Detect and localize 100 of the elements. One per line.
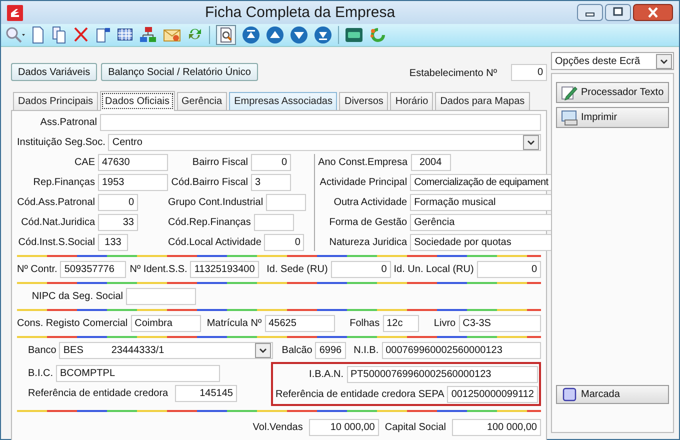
- text-field[interactable]: BCOMPTPL: [56, 365, 220, 382]
- button[interactable]: Imprimir: [556, 107, 669, 128]
- delete-icon[interactable]: [73, 26, 89, 44]
- field-label: Id. Un. Local (RU): [394, 264, 474, 275]
- field-label: Ass.Patronal: [39, 117, 97, 128]
- text-field[interactable]: 6996: [315, 342, 346, 359]
- field-label: Rep.Finanças: [32, 177, 95, 188]
- network-icon[interactable]: [139, 26, 157, 44]
- text-field[interactable]: 33: [98, 214, 138, 231]
- text-field[interactable]: Gerência: [410, 214, 552, 231]
- text-field[interactable]: [126, 288, 196, 305]
- field-label: I.B.A.N.: [308, 369, 344, 380]
- field-label: Forma de Gestão: [328, 217, 408, 228]
- text-field[interactable]: 11325193400: [190, 261, 259, 278]
- search-icon[interactable]: [5, 26, 25, 44]
- field-label: Id. Sede (RU): [266, 264, 328, 275]
- text-field[interactable]: 001250000099112: [447, 386, 538, 403]
- field-label: Livro: [432, 318, 456, 329]
- text-field[interactable]: 12c: [382, 315, 419, 332]
- field-label: Matrícula Nº: [206, 318, 262, 329]
- square-icon: [561, 386, 578, 403]
- chevron-icon[interactable]: [255, 343, 272, 358]
- field-label: Cód.Inst.S.Social: [17, 237, 95, 248]
- field-label: Natureza Juridica: [328, 237, 408, 248]
- app-icon: [7, 4, 23, 20]
- next-record-icon[interactable]: [290, 26, 308, 44]
- chevron-icon[interactable]: [523, 135, 539, 150]
- button[interactable]: Balanço Social / Relatório Único: [101, 63, 258, 81]
- field-label: Ano Const.Empresa: [318, 157, 408, 168]
- button[interactable]: Dados Variáveis: [11, 63, 98, 81]
- field-label: Cód.Ass.Patronal: [17, 197, 95, 208]
- text-field[interactable]: [254, 214, 294, 231]
- text-field[interactable]: [100, 114, 541, 131]
- field-label: CAE: [73, 157, 95, 168]
- text-field[interactable]: 0: [251, 154, 291, 171]
- last-record-icon[interactable]: [314, 26, 332, 44]
- previous-record-icon[interactable]: [266, 26, 284, 44]
- text-field[interactable]: 509357776: [60, 261, 126, 278]
- tab[interactable]: Horário: [390, 92, 434, 110]
- minimize-icon[interactable]: [577, 4, 603, 21]
- text-field[interactable]: 3: [251, 174, 291, 191]
- field-label: Vol.Vendas: [252, 422, 303, 433]
- tab[interactable]: Dados para Mapas: [435, 92, 530, 110]
- dropdown[interactable]: Centro: [108, 134, 541, 151]
- close-icon[interactable]: [633, 4, 673, 21]
- field-label: Capital Social: [384, 422, 446, 433]
- text-field[interactable]: 100 000,00: [452, 419, 541, 436]
- text-field[interactable]: Coimbra: [130, 315, 201, 332]
- switch-icon[interactable]: [345, 27, 363, 43]
- text-field[interactable]: Sociedade por quotas: [410, 234, 552, 251]
- text-field[interactable]: Formação musical: [410, 194, 552, 211]
- field-label: Outra Actividade: [332, 197, 408, 208]
- field-label: Cód.Bairro Fiscal: [170, 177, 248, 188]
- field-label: Referência de entidade credora SEPA: [276, 389, 444, 400]
- field-label: Folhas: [348, 318, 380, 329]
- text-field[interactable]: C3-3S: [458, 315, 541, 332]
- preview-icon[interactable]: [216, 25, 236, 45]
- text-field[interactable]: 0: [476, 261, 541, 278]
- field-label: Cons. Registo Comercial: [17, 318, 128, 329]
- text-field[interactable]: 145145: [175, 385, 237, 402]
- text-field[interactable]: Comercialização de equipament: [410, 174, 552, 191]
- text-field[interactable]: 133: [98, 234, 128, 251]
- first-record-icon[interactable]: [242, 26, 260, 44]
- text-field[interactable]: 2004: [410, 154, 451, 171]
- text-field[interactable]: 10 000,00: [308, 419, 379, 436]
- field-label: Banco: [27, 345, 56, 356]
- field-label: Referência de entidade credora: [27, 388, 170, 399]
- field-label: Actividade Principal: [318, 177, 408, 188]
- text-field[interactable]: 0: [98, 194, 138, 211]
- copy-icon[interactable]: [51, 26, 67, 44]
- field-label: Grupo Cont.Industrial: [168, 197, 264, 208]
- tab[interactable]: Diversos: [339, 92, 388, 110]
- tab[interactable]: Dados Oficiais: [100, 91, 175, 111]
- window-icon[interactable]: [95, 26, 111, 44]
- text-field[interactable]: 000769960002560000123: [382, 342, 541, 359]
- tab[interactable]: Dados Principais: [13, 92, 98, 110]
- maximize-icon[interactable]: [605, 4, 631, 21]
- text-field[interactable]: 0: [511, 64, 547, 81]
- pencil-icon: [561, 84, 578, 101]
- chevron-icon[interactable]: [656, 54, 672, 68]
- text-field[interactable]: 45625: [264, 315, 335, 332]
- text-field[interactable]: 47630: [98, 154, 168, 171]
- tab[interactable]: Gerência: [176, 92, 228, 110]
- dropdown[interactable]: Opções deste Ecrã: [551, 52, 674, 70]
- refresh-icon[interactable]: [369, 26, 387, 44]
- button[interactable]: Processador Texto: [556, 82, 669, 103]
- text-field[interactable]: [266, 194, 306, 211]
- button[interactable]: Marcada: [556, 385, 669, 404]
- text-field[interactable]: 0: [330, 261, 391, 278]
- text-field[interactable]: 0: [264, 234, 304, 251]
- field-label: Cód.Local Actividade: [168, 237, 262, 248]
- tab[interactable]: Empresas Associadas: [229, 92, 338, 110]
- printer-icon: [561, 109, 578, 126]
- text-field[interactable]: 1953: [98, 174, 168, 191]
- document-icon[interactable]: [31, 26, 45, 44]
- text-field[interactable]: PT50000769960002560000123: [346, 366, 538, 383]
- field-label: Cód.Nat.Juridica: [20, 217, 95, 228]
- field-label: Bairro Fiscal: [191, 157, 248, 168]
- dropdown[interactable]: BES 23444333/1: [59, 342, 274, 359]
- field-label: Nº Contr.: [17, 264, 58, 275]
